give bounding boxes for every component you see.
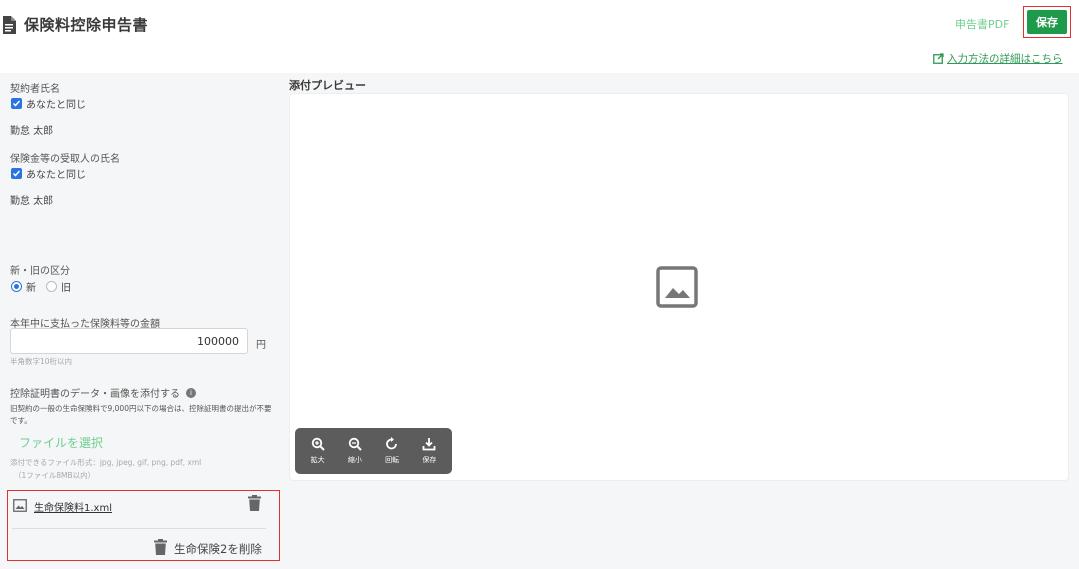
file-select-button[interactable]: ファイルを選択: [19, 434, 103, 451]
trash-icon[interactable]: [248, 495, 261, 515]
download-button[interactable]: 保存: [412, 437, 446, 465]
image-file-icon: [13, 497, 27, 516]
contractor-name: 勤怠 太郎: [10, 126, 54, 137]
attach-label-row: 控除証明書のデータ・画像を添付する i: [10, 385, 196, 400]
delete-label: 生命保険2を削除: [174, 541, 262, 556]
info-icon[interactable]: i: [186, 387, 196, 398]
contractor-same-label: あなたと同じ: [26, 100, 86, 111]
radio-unselected-icon: [46, 281, 57, 292]
preview-toolbar: 拡大 縮小 回転 保存: [295, 428, 452, 474]
document-icon: [2, 15, 16, 34]
rotate-label: 回転: [385, 456, 400, 464]
amount-unit: 円: [256, 340, 266, 351]
save-button[interactable]: 保存: [1027, 10, 1067, 34]
radio-selected-icon: [11, 281, 22, 292]
detail-link[interactable]: 入力方法の詳細はこちら: [933, 51, 1063, 66]
attach-note: 旧契約の一般の生命保険料で9,000円以下の場合は、控除証明書の提出が不要です。: [10, 404, 272, 425]
attach-label: 控除証明書のデータ・画像を添付する: [10, 389, 180, 400]
zoom-in-label: 拡大: [310, 456, 325, 464]
recipient-same-checkbox[interactable]: あなたと同じ: [11, 166, 86, 181]
checkbox-checked-icon: [11, 168, 22, 179]
rotate-icon: [385, 437, 399, 453]
external-link-icon: [933, 53, 944, 64]
file-types-hint: 添付できるファイル形式：jpg, jpeg, gif, png, pdf, xm…: [10, 458, 202, 467]
amount-hint: 半角数字10桁以内: [10, 357, 73, 366]
zoom-out-icon: [348, 437, 362, 453]
zoom-out-button[interactable]: 縮小: [338, 437, 372, 465]
zoom-in-button[interactable]: 拡大: [301, 437, 335, 465]
radio-old[interactable]: 旧: [46, 279, 71, 294]
download-icon: [422, 437, 436, 453]
header: 保険料控除申告書 申告書PDF 保存 入力方法の詳細はこちら: [0, 0, 1079, 65]
download-label: 保存: [422, 456, 437, 464]
zoom-out-label: 縮小: [347, 456, 362, 464]
preview-title: 添付プレビュー: [289, 79, 366, 92]
pdf-link[interactable]: 申告書PDF: [955, 16, 1009, 32]
detail-link-label: 入力方法の詳細はこちら: [947, 53, 1063, 65]
radio-new-label: 新: [26, 283, 36, 294]
checkbox-checked-icon: [11, 98, 22, 109]
delete-insurance-button[interactable]: 生命保険2を削除: [154, 539, 262, 558]
rotate-button[interactable]: 回転: [375, 437, 409, 465]
zoom-in-icon: [311, 437, 325, 453]
recipient-name: 勤怠 太郎: [10, 196, 54, 207]
category-label: 新・旧の区分: [10, 266, 70, 277]
page-title: 保険料控除申告書: [24, 16, 149, 34]
contractor-label: 契約者氏名: [10, 84, 60, 95]
amount-input[interactable]: [10, 328, 248, 354]
divider: [12, 528, 266, 529]
image-placeholder-icon: [656, 266, 698, 312]
radio-old-label: 旧: [61, 283, 71, 294]
radio-new[interactable]: 新: [11, 279, 36, 294]
trash-icon: [154, 539, 167, 558]
attached-file-row[interactable]: 生命保険料1.xml: [13, 497, 112, 516]
recipient-same-label: あなたと同じ: [26, 170, 86, 181]
attached-file-name[interactable]: 生命保険料1.xml: [34, 499, 112, 514]
file-size-hint: （1ファイル8MB以内）: [14, 471, 96, 480]
recipient-label: 保険金等の受取人の氏名: [10, 154, 120, 165]
title-wrap: 保険料控除申告書: [2, 14, 148, 35]
contractor-same-checkbox[interactable]: あなたと同じ: [11, 96, 86, 111]
